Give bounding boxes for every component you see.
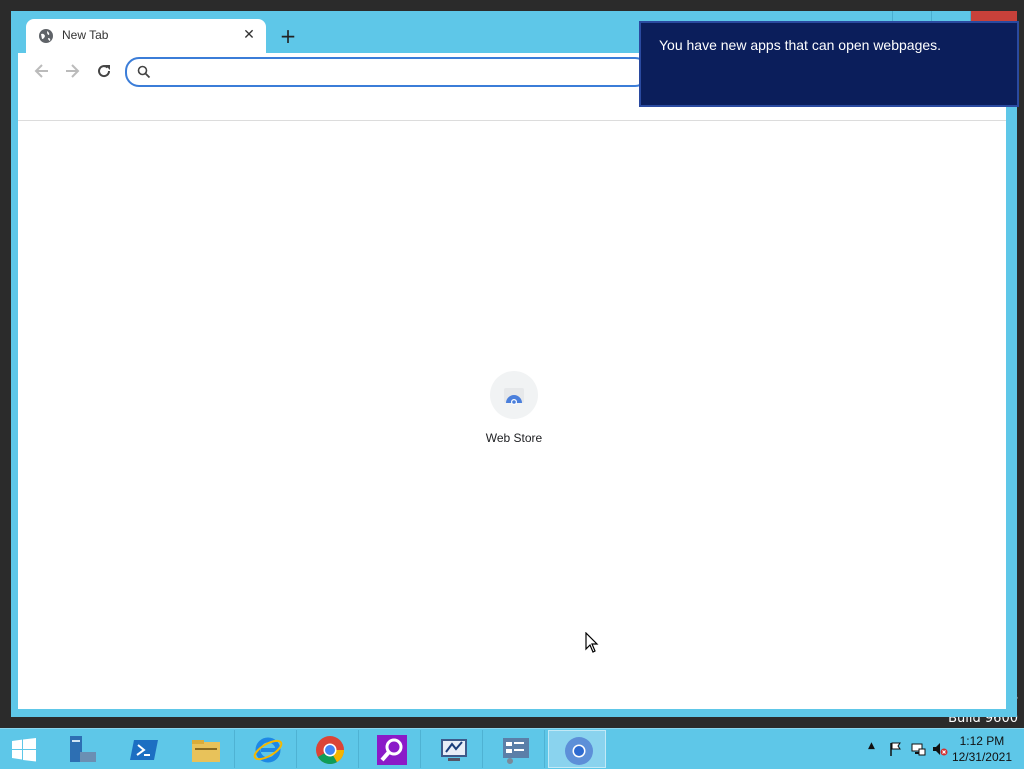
tray-expand-icon[interactable]: ▲ (868, 741, 884, 757)
back-arrow-icon[interactable] (32, 61, 52, 81)
browser-window: New Tab ✕ + Web Store (11, 11, 1017, 717)
taskbar-clock[interactable]: 1:12 PM 12/31/2021 (952, 733, 1012, 765)
network-icon[interactable] (910, 741, 926, 757)
server-manager-icon (70, 736, 96, 762)
powershell-button[interactable] (114, 730, 172, 768)
internet-explorer-icon (253, 737, 283, 763)
server-manager-button[interactable] (52, 730, 110, 768)
new-tab-page: Web Store (18, 121, 1006, 709)
clock-date: 12/31/2021 (951, 750, 1012, 764)
control-panel-button[interactable] (486, 730, 545, 768)
speaker-muted-icon[interactable] (932, 741, 948, 757)
window-close-button[interactable] (970, 11, 1017, 21)
window-controls (892, 11, 1017, 21)
mouse-cursor-icon (585, 632, 599, 653)
folder-icon (192, 740, 220, 762)
action-center-flag-icon[interactable] (888, 741, 904, 757)
system-tray: ▲ 1:12 PM 12/31/2021 (844, 729, 1024, 769)
remote-desktop-icon (441, 739, 467, 761)
chrome-button[interactable] (300, 730, 359, 768)
new-tab-button[interactable]: + (276, 25, 300, 49)
maximize-button[interactable] (931, 11, 970, 21)
app-notification-toast[interactable]: You have new apps that can open webpages… (639, 21, 1019, 107)
reload-icon[interactable] (94, 61, 114, 81)
search-icon (137, 65, 151, 79)
forward-arrow-icon[interactable] (62, 61, 82, 81)
powershell-icon (130, 740, 158, 760)
tab-new-tab[interactable]: New Tab ✕ (26, 19, 266, 53)
shortcut-web-store[interactable]: Web Store (474, 371, 554, 467)
address-bar[interactable] (125, 57, 649, 87)
shortcut-label: Web Store (485, 431, 543, 445)
chromium-icon (565, 737, 593, 765)
web-store-icon (490, 371, 538, 419)
control-panel-icon (503, 738, 529, 764)
search-app-button[interactable] (362, 730, 421, 768)
taskbar: ▲ 1:12 PM 12/31/2021 (0, 728, 1024, 769)
minimize-button[interactable] (892, 11, 931, 21)
clock-time: 1:12 PM (959, 734, 1005, 748)
notification-message: You have new apps that can open webpages… (659, 37, 942, 53)
tab-close-icon[interactable]: ✕ (240, 26, 258, 44)
chrome-icon (316, 736, 344, 764)
globe-icon (39, 29, 53, 43)
chromium-button[interactable] (548, 730, 606, 768)
start-button[interactable] (0, 730, 48, 768)
remote-desktop-button[interactable] (424, 730, 483, 768)
magnifier-app-icon (377, 735, 407, 765)
windows-logo-icon (12, 738, 36, 762)
tab-title: New Tab (62, 28, 109, 42)
internet-explorer-button[interactable] (238, 730, 297, 768)
file-explorer-button[interactable] (176, 730, 235, 768)
address-input[interactable] (157, 62, 631, 84)
